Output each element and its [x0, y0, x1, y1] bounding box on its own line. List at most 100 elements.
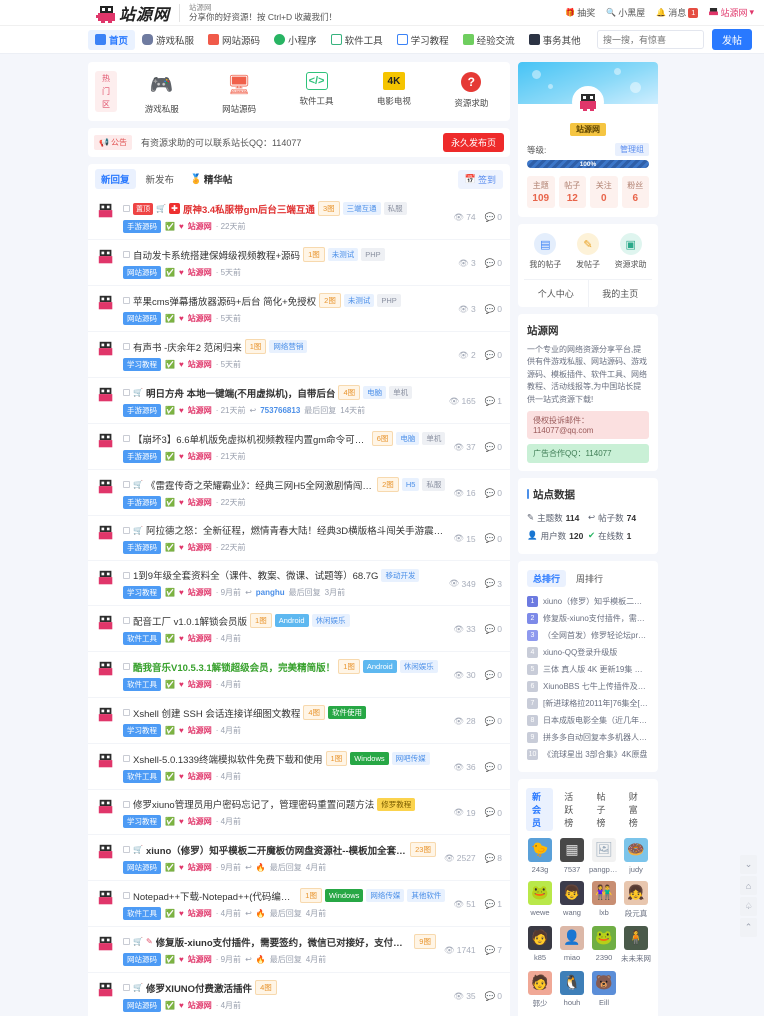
nav-item-tutorials[interactable]: 学习教程 — [390, 30, 456, 50]
thread-title[interactable]: Notepad++下载-Notepad++(代码编辑器) V8.1.4最新版 — [133, 889, 297, 903]
list-item[interactable]: 2 修复版-xiuno支付插件，需要签约，微 — [527, 610, 649, 627]
thread-tag[interactable]: 修罗教程 — [377, 797, 416, 811]
thread-checkbox[interactable] — [123, 571, 130, 579]
table-row[interactable]: 🛒 ✎ 修复版-xiuno支付插件，需要签约，微信已对接好，支付宝没测试 9图 … — [88, 927, 510, 973]
thread-tag[interactable]: H5 — [401, 478, 420, 491]
table-row[interactable]: 自动发卡系统搭建保姆级视频教程+源码 1图 未测试 PHP 网站源码 ✅ ♥ 站… — [88, 240, 510, 286]
list-item[interactable]: 🧑 郭少 — [524, 970, 556, 1009]
chevron-down-icon[interactable]: ⌄ — [740, 855, 757, 874]
list-item[interactable]: ▦ 7537 — [556, 837, 588, 874]
thread-tag[interactable]: 网吧传媒 — [391, 752, 430, 765]
search-input[interactable] — [598, 34, 703, 45]
thread-title[interactable]: 配音工厂 v1.0.1解锁会员版 — [133, 614, 247, 628]
thread-checkbox[interactable] — [123, 297, 130, 304]
list-item[interactable]: 🐤 243g — [524, 837, 556, 874]
tab-new-members[interactable]: 新会员 — [526, 787, 554, 831]
list-item[interactable]: 🐻 Eill — [588, 970, 620, 1009]
thread-checkbox[interactable] — [123, 251, 130, 258]
thread-author[interactable]: 站源网 — [188, 771, 212, 782]
thread-author[interactable]: 站源网 — [188, 679, 212, 690]
thread-tag[interactable]: Windows — [350, 752, 389, 765]
thread-author[interactable]: 站源网 — [188, 313, 212, 324]
quick-action-new-post[interactable]: ✎ 发帖子 — [567, 233, 610, 270]
forum-badge[interactable]: 网站源码 — [123, 953, 161, 966]
last-reply-author[interactable]: 753766813 — [260, 406, 300, 415]
thread-author[interactable]: 站源网 — [188, 1000, 212, 1011]
thread-title[interactable]: 酷我音乐V10.5.3.1解锁超级会员，完美精简版！ — [133, 660, 335, 674]
forum-badge[interactable]: 学习教程 — [123, 358, 161, 371]
user-stat-posts[interactable]: 帖子 12 — [558, 176, 586, 208]
list-item[interactable]: 🖼 pangpang — [588, 837, 620, 874]
table-row[interactable]: 1到9年级全套资料全（课件、教案、微课、试题等）68.7G 移动开发 学习教程 … — [88, 561, 510, 606]
forum-badge[interactable]: 学习教程 — [123, 586, 161, 599]
user-name-tag[interactable]: 站源网 — [570, 123, 606, 136]
thread-title[interactable]: 阿拉德之怒：全新征程，燃情青春大陆！经典3D横版格斗闯关手游震撼登场，支持安卓、… — [146, 523, 445, 537]
thread-author[interactable]: 站源网 — [188, 725, 212, 736]
thread-author[interactable]: 站源网 — [188, 451, 212, 462]
category-resource-help[interactable]: ? 资源求助 — [433, 68, 510, 115]
user-stat-fans[interactable]: 粉丝 6 — [621, 176, 649, 208]
thread-checkbox[interactable] — [123, 389, 130, 396]
list-item[interactable]: 5 三体 真人版 4K 更新19集 去片头片尾 — [527, 661, 649, 678]
forum-badge[interactable]: 软件工具 — [123, 632, 161, 645]
table-row[interactable]: Notepad++下载-Notepad++(代码编辑器) V8.1.4最新版 1… — [88, 881, 510, 927]
link-my-homepage[interactable]: 我的主页 — [589, 280, 653, 307]
thread-checkbox[interactable] — [123, 755, 130, 762]
thread-tag[interactable]: 移动开发 — [381, 568, 420, 582]
thread-title[interactable]: 原神3.4私服带gm后台三端互通 — [183, 202, 315, 216]
category-movies[interactable]: 4K 电影电视 — [355, 68, 432, 115]
category-game-private[interactable]: 🎮 游戏私服 — [123, 68, 200, 115]
thread-author[interactable]: 站源网 — [188, 587, 212, 598]
thread-title[interactable]: 修罗xiuno管理员用户密码忘记了，管理密码重置问题方法 — [133, 797, 374, 811]
table-row[interactable]: 修罗xiuno管理员用户密码忘记了，管理密码重置问题方法 修罗教程 学习教程 ✅… — [88, 790, 510, 835]
thread-author[interactable]: 站源网 — [188, 497, 212, 508]
bell-icon[interactable]: ♤ — [740, 897, 757, 916]
thread-checkbox[interactable] — [123, 709, 130, 716]
thread-title[interactable]: xiuno（修罗）知乎模板二开魔板仿网盘资源社--模板加全套插件 — [146, 843, 407, 857]
table-row[interactable]: 配音工厂 v1.0.1解锁会员版 1图 Android 休闲娱乐 软件工具 ✅ … — [88, 606, 510, 652]
thread-title[interactable]: Xshell-5.0.1339终端模拟软件免费下载和使用 — [133, 752, 323, 766]
user-stat-threads[interactable]: 主题 109 — [527, 176, 555, 208]
thread-tag[interactable]: 单机 — [422, 432, 446, 445]
search-box[interactable] — [597, 30, 704, 49]
thread-tag[interactable]: 休闲娱乐 — [311, 614, 350, 627]
thread-tag[interactable]: 电脑 — [363, 386, 387, 399]
thread-checkbox[interactable] — [123, 526, 130, 534]
thread-author[interactable]: 站源网 — [188, 816, 212, 827]
avatar[interactable] — [572, 86, 604, 118]
post-button[interactable]: 发帖 — [712, 29, 752, 50]
thread-checkbox[interactable] — [123, 800, 130, 808]
thread-tag[interactable]: 休闲娱乐 — [399, 660, 438, 673]
home-icon[interactable]: ⌂ — [740, 876, 757, 895]
thread-author[interactable]: 站源网 — [188, 908, 212, 919]
list-item[interactable]: 🍩 judy — [620, 837, 652, 874]
thread-checkbox[interactable] — [123, 892, 130, 899]
thread-tag[interactable]: 未测试 — [327, 248, 359, 261]
thread-tag[interactable]: 软件使用 — [328, 706, 366, 719]
forum-badge[interactable]: 网站源码 — [123, 266, 161, 279]
list-item[interactable]: 👧 段元真 — [620, 880, 652, 919]
list-item[interactable]: 👦 wang — [556, 880, 588, 919]
thread-tag[interactable]: 未测试 — [343, 294, 375, 307]
tab-new-post[interactable]: 新发布 — [140, 169, 181, 189]
category-website-source[interactable]: 🖥 网站源码 — [200, 68, 277, 115]
forum-badge[interactable]: 学习教程 — [123, 724, 161, 737]
thread-author[interactable]: 站源网 — [188, 405, 212, 416]
tab-weekly-ranking[interactable]: 周排行 — [570, 570, 609, 587]
thread-author[interactable]: 站源网 — [188, 542, 212, 553]
thread-author[interactable]: 站源网 — [188, 862, 212, 873]
thread-tag[interactable]: 三端互通 — [342, 202, 381, 215]
list-item[interactable]: 6 XiunoBBS 七牛上传插件及修改教程 — [527, 678, 649, 695]
table-row[interactable]: 🛒 《雷霆传奇之荣耀霸业》：经典三网H5全网激剧情闯关手游，附带安卓版本和Win… — [88, 470, 510, 516]
table-row[interactable]: 🛒 阿拉德之怒：全新征程，燃情青春大陆！经典3D横版格斗闯关手游震撼登场，支持安… — [88, 516, 510, 561]
nav-item-game-private[interactable]: 游戏私服 — [135, 30, 201, 50]
top-link-messages[interactable]: 🔔 消息 1 — [656, 6, 699, 19]
table-row[interactable]: 🛒 xiuno（修罗）知乎模板二开魔板仿网盘资源社--模板加全套插件 23图 网… — [88, 835, 510, 881]
list-item[interactable]: 👫 lxb — [588, 880, 620, 919]
forum-badge[interactable]: 软件工具 — [123, 678, 161, 691]
forum-badge[interactable]: 软件工具 — [123, 770, 161, 783]
list-item[interactable]: 3 （全网首发）修罗轻论坛programs — [527, 627, 649, 644]
forum-badge[interactable]: 软件工具 — [123, 907, 161, 920]
thread-checkbox[interactable] — [123, 984, 130, 991]
forum-badge[interactable]: 网站源码 — [123, 999, 161, 1012]
